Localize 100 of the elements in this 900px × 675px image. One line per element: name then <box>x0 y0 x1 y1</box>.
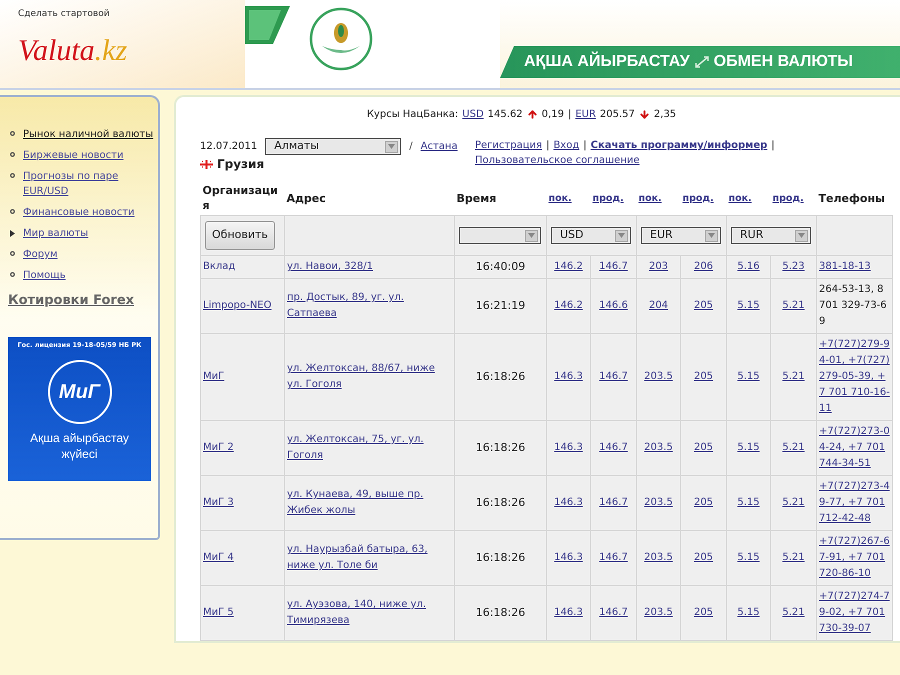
download-link[interactable]: Скачать программу/информер <box>590 140 768 151</box>
rate-link[interactable]: 5.15 <box>737 442 760 453</box>
sort-link[interactable]: прод. <box>682 192 714 204</box>
hand-emblem-icon <box>308 6 374 72</box>
sidebar-link[interactable]: Финансовые новости <box>23 205 135 220</box>
rate-link[interactable]: 5.21 <box>782 607 805 618</box>
column-header: Телефоны <box>818 190 886 206</box>
time-text: 16:18:26 <box>476 606 526 618</box>
usd-link[interactable]: USD <box>462 107 484 122</box>
separator: | <box>583 140 587 151</box>
city-select[interactable]: Алматы <box>265 138 402 155</box>
swap-arrows-icon <box>694 55 710 69</box>
forex-link[interactable]: Котировки Forex <box>8 291 134 310</box>
time-text: 16:40:09 <box>476 260 526 272</box>
rate-link[interactable]: 146.7 <box>599 607 628 618</box>
date-text: 12.07.2011 <box>200 140 258 154</box>
separator: | <box>546 140 550 151</box>
rate-link[interactable]: 5.21 <box>782 371 805 382</box>
rate-link[interactable]: 205 <box>694 497 714 508</box>
rate-link[interactable]: 146.3 <box>554 497 583 508</box>
rate-link[interactable]: 5.15 <box>737 300 760 311</box>
eur-rate: 205.57 <box>600 108 635 122</box>
time-text: 16:18:26 <box>476 440 526 454</box>
circle-bullet-icon <box>10 131 15 136</box>
circle-bullet-icon <box>10 173 15 178</box>
sidebar-link[interactable]: Биржевые новости <box>23 148 124 163</box>
rate-link[interactable]: 5.15 <box>737 371 760 382</box>
rate-link[interactable]: 146.7 <box>599 442 628 453</box>
rate-link[interactable]: 5.21 <box>782 442 805 453</box>
sidebar-link[interactable]: Форум <box>23 247 58 262</box>
rate-link[interactable]: 203.5 <box>644 607 673 618</box>
rate-link[interactable]: 204 <box>648 300 668 311</box>
rate-link[interactable]: 5.21 <box>782 497 805 508</box>
currency-select[interactable]: USD <box>551 227 631 244</box>
rate-link[interactable]: 146.7 <box>599 371 628 382</box>
rate-link[interactable]: 146.3 <box>554 552 583 563</box>
sidebar-link[interactable]: Прогнозы по паре EUR/USD <box>23 169 154 199</box>
circle-bullet-icon <box>10 209 15 214</box>
rate-link[interactable]: 146.2 <box>554 300 583 311</box>
time-text: 16:18:26 <box>476 496 526 508</box>
currency-select[interactable]: RUR <box>731 227 811 244</box>
sidebar-link[interactable]: Мир валюты <box>23 226 88 241</box>
rate-link[interactable]: 203.5 <box>644 371 673 382</box>
stripe-logo-icon <box>245 6 290 44</box>
eur-change: 2,35 <box>654 108 676 122</box>
rate-link[interactable]: 5.15 <box>737 497 760 508</box>
circle-bullet-icon <box>10 272 15 277</box>
site-logo[interactable]: Valuta.kz <box>18 36 128 66</box>
mig-logo: МиГ <box>48 360 112 424</box>
rate-link[interactable]: 146.6 <box>599 300 628 311</box>
rate-link[interactable]: 203.5 <box>644 442 673 453</box>
sort-link[interactable]: прод. <box>592 192 624 204</box>
refresh-button[interactable]: Обновить <box>205 221 275 250</box>
rate-link[interactable]: 5.15 <box>737 607 760 618</box>
circle-bullet-icon <box>10 251 15 256</box>
usd-rate: 145.62 <box>488 108 523 122</box>
banner-title: АҚША АЙЫРБАСТАУ <box>524 50 690 72</box>
sidebar-link[interactable]: Рынок наличной валюты <box>23 127 154 142</box>
rate-link[interactable]: 5.15 <box>737 552 760 563</box>
usd-change: 0,19 <box>542 108 564 122</box>
time-text: 16:21:19 <box>476 298 526 312</box>
time-text: 16:18:26 <box>476 550 526 564</box>
separator: | <box>568 108 572 122</box>
rate-link[interactable]: 205 <box>694 552 714 563</box>
user-agreement-link[interactable]: Пользовательское соглашение <box>475 155 640 166</box>
rate-link[interactable]: 146.7 <box>599 552 628 563</box>
rate-link[interactable]: 5.21 <box>782 552 805 563</box>
rate-link[interactable]: 205 <box>694 607 714 618</box>
city-link[interactable]: Астана <box>420 139 458 154</box>
rate-link[interactable]: 146.7 <box>599 497 628 508</box>
rate-link[interactable]: 5.21 <box>782 300 805 311</box>
banner-title: ОБМЕН ВАЛЮТЫ <box>714 52 853 72</box>
organization-name: Вклад <box>203 260 236 274</box>
rate-link[interactable]: 146.3 <box>554 371 583 382</box>
flag-icon <box>200 160 213 168</box>
rate-link[interactable]: 205 <box>694 371 714 382</box>
make-home-link[interactable]: Сделать стартовой <box>18 8 245 22</box>
rate-link[interactable]: 146.3 <box>554 607 583 618</box>
register-link[interactable]: Регистрация <box>475 140 542 151</box>
ad-tagline: Ақша айырбастау жүйесі <box>29 430 130 462</box>
login-link[interactable]: Вход <box>553 140 580 151</box>
eur-link[interactable]: EUR <box>575 107 596 122</box>
column-header: Время <box>456 190 498 206</box>
rate-link[interactable]: 203.5 <box>644 552 673 563</box>
organization-name[interactable]: МиГ <box>203 369 282 385</box>
rates-label: Курсы НацБанка: <box>366 108 458 122</box>
rate-link[interactable]: 205 <box>694 442 714 453</box>
rate-link[interactable]: 203.5 <box>644 497 673 508</box>
country-title: Грузия <box>217 156 264 173</box>
sort-link[interactable]: пок. <box>638 192 662 204</box>
column-header: Организация <box>202 183 279 213</box>
sort-link[interactable]: пок. <box>548 192 572 204</box>
sidebar-link[interactable]: Помощь <box>23 268 66 283</box>
time-filter-select[interactable] <box>459 227 541 244</box>
sort-link[interactable]: пок. <box>728 192 752 204</box>
rate-link[interactable]: 146.3 <box>554 442 583 453</box>
sort-link[interactable]: прод. <box>772 192 804 204</box>
column-header: Адрес <box>286 190 327 206</box>
currency-select[interactable]: EUR <box>641 227 721 244</box>
rate-link[interactable]: 205 <box>694 300 714 311</box>
